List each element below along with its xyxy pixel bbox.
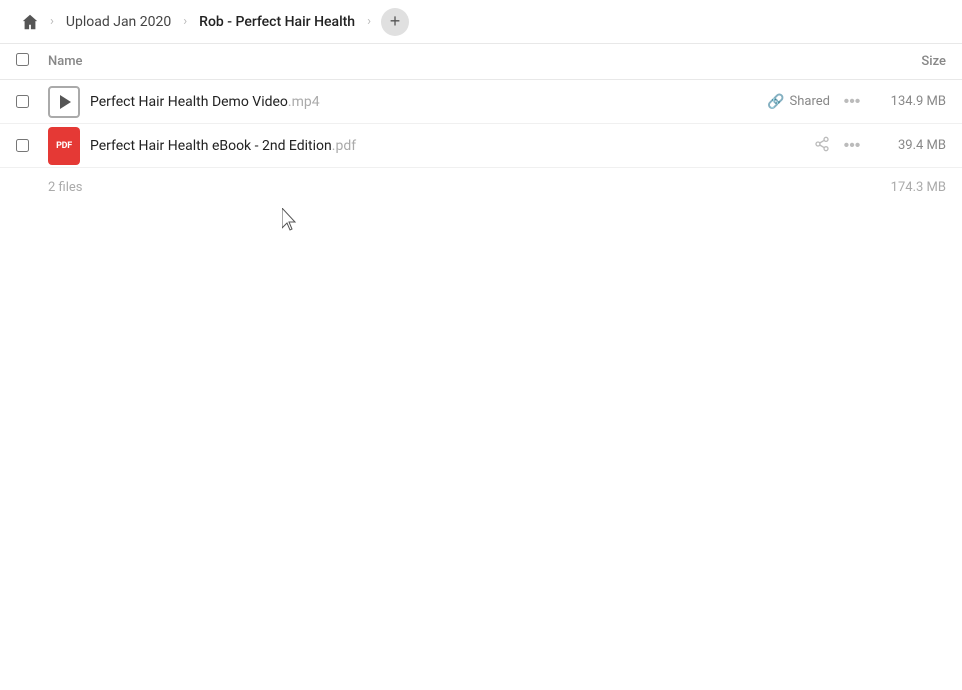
select-all-checkbox[interactable] <box>16 53 40 70</box>
table-row[interactable]: Perfect Hair Health Demo Video .mp4 🔗 Sh… <box>0 80 962 124</box>
chevron-icon-3: › <box>365 14 373 29</box>
file-name-area-video: Perfect Hair Health Demo Video .mp4 <box>90 94 767 110</box>
total-size: 174.3 MB <box>891 180 946 195</box>
file-size-video: 134.9 MB <box>866 94 946 109</box>
more-options-pdf[interactable]: ••• <box>838 132 866 160</box>
breadcrumb-upload-jan-2020[interactable]: Upload Jan 2020 <box>60 8 177 36</box>
breadcrumb-bar: › Upload Jan 2020 › Rob - Perfect Hair H… <box>0 0 962 44</box>
chevron-icon-1: › <box>48 14 56 29</box>
pdf-file-icon: PDF <box>48 130 80 162</box>
shared-label: Shared <box>790 94 830 109</box>
col-size-label: Size <box>921 54 946 69</box>
home-icon <box>21 13 39 31</box>
add-button[interactable]: + <box>381 8 409 36</box>
file-ext-pdf: .pdf <box>332 138 356 154</box>
file-actions-pdf: ••• <box>814 132 866 160</box>
row-checkbox-video[interactable] <box>16 95 40 108</box>
table-row[interactable]: PDF Perfect Hair Health eBook - 2nd Edit… <box>0 124 962 168</box>
play-triangle-icon <box>60 95 71 109</box>
pdf-icon-label: PDF <box>56 141 72 151</box>
col-name-label: Name <box>48 54 921 69</box>
footer-summary: 2 files 174.3 MB <box>0 168 962 207</box>
share-icon-pdf[interactable] <box>814 136 830 156</box>
mouse-cursor <box>282 208 300 232</box>
file-ext-video: .mp4 <box>288 94 320 110</box>
file-name-pdf: Perfect Hair Health eBook - 2nd Edition <box>90 138 332 154</box>
file-count: 2 files <box>48 180 83 195</box>
file-name-video: Perfect Hair Health Demo Video <box>90 94 288 110</box>
chevron-icon-2: › <box>181 14 189 29</box>
shared-badge: 🔗 Shared <box>767 94 830 110</box>
file-actions-video: 🔗 Shared ••• <box>767 88 866 116</box>
link-icon: 🔗 <box>767 94 784 110</box>
column-header: Name Size <box>0 44 962 80</box>
checkbox-video[interactable] <box>16 95 29 108</box>
file-name-area-pdf: Perfect Hair Health eBook - 2nd Edition … <box>90 138 814 154</box>
file-size-pdf: 39.4 MB <box>866 138 946 153</box>
more-options-video[interactable]: ••• <box>838 88 866 116</box>
pdf-icon-wrapper: PDF <box>48 127 80 165</box>
checkbox-pdf[interactable] <box>16 139 29 152</box>
home-button[interactable] <box>16 8 44 36</box>
breadcrumb-rob-perfect-hair-health[interactable]: Rob - Perfect Hair Health <box>193 8 361 36</box>
video-file-icon <box>48 86 80 118</box>
video-icon-wrapper <box>48 86 80 118</box>
row-checkbox-pdf[interactable] <box>16 139 40 152</box>
select-all-input[interactable] <box>16 53 29 66</box>
